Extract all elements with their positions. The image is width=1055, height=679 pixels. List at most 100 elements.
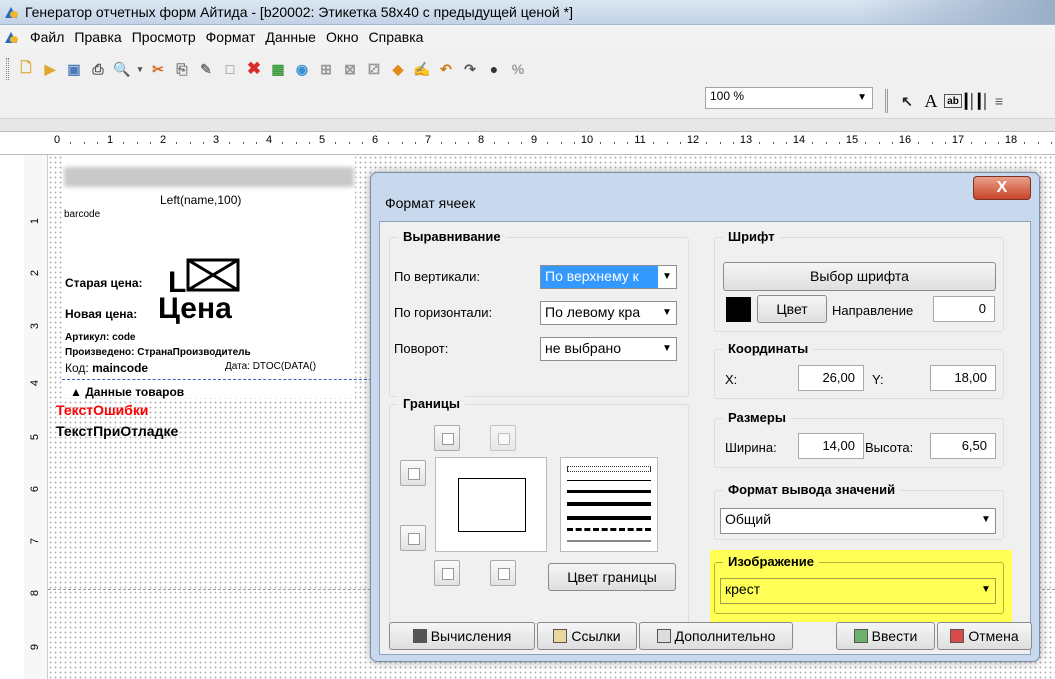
line-style-option[interactable] <box>567 540 651 542</box>
menu-help[interactable]: Справка <box>364 29 429 45</box>
produced-label[interactable]: Произведено: СтранаПроизводитель <box>65 347 251 358</box>
ruler-tick <box>772 142 774 144</box>
old-price-label[interactable]: Старая цена: <box>65 276 143 290</box>
more-button[interactable]: Дополнительно <box>639 622 793 650</box>
group-icon[interactable]: ⚂ <box>363 58 385 80</box>
lines-tool-icon[interactable]: ≡ <box>988 90 1010 112</box>
border-bottom-left-button[interactable] <box>400 525 426 551</box>
line-style-option[interactable] <box>567 490 651 493</box>
text-tool-icon[interactable]: A <box>920 90 942 112</box>
border-color-button[interactable]: Цвет границы <box>548 563 676 591</box>
font-color-swatch[interactable] <box>726 297 751 322</box>
horizontal-ruler: 0 1 2 3 4 5 6 7 8 9 10 11 12 13 14 15 16 17 18 <box>0 119 1055 155</box>
ruler-number: 18 <box>1004 134 1018 146</box>
ruler-tick <box>732 142 734 144</box>
name-field[interactable]: Left(name,100) <box>160 193 241 207</box>
border-preview[interactable] <box>435 457 547 552</box>
code-label[interactable]: Код: maincode <box>65 361 148 375</box>
line-style-option[interactable] <box>567 528 651 531</box>
height-input[interactable]: 6,50 <box>930 433 996 459</box>
y-label: Y: <box>872 372 884 387</box>
ruler-number: 13 <box>739 134 753 146</box>
format-painter-icon[interactable]: ✎ <box>195 58 217 80</box>
diamond-icon[interactable]: ◆ <box>387 58 409 80</box>
menu-file[interactable]: Файл <box>25 29 69 45</box>
font-color-button[interactable]: Цвет <box>757 295 827 323</box>
ruler-tick <box>706 142 708 144</box>
date-field[interactable]: Дата: DTOC(DATA() <box>225 361 316 372</box>
zoom-select[interactable]: 100 % ▼ <box>705 87 873 109</box>
field-tool-icon[interactable]: ab <box>944 94 962 108</box>
border-bottom-button[interactable] <box>434 560 460 586</box>
refresh-icon[interactable]: ◉ <box>291 58 313 80</box>
vertical-label: По вертикали: <box>394 269 480 284</box>
insert-row-icon[interactable]: ⊞ <box>315 58 337 80</box>
table-icon[interactable]: ⊠ <box>339 58 361 80</box>
paste-icon[interactable]: □ <box>219 58 241 80</box>
horizontal-select[interactable]: По левому кра ▼ <box>540 301 677 325</box>
calc-button[interactable]: Вычисления <box>389 622 535 650</box>
y-input[interactable]: 18,00 <box>930 365 996 391</box>
ruler-tick <box>308 142 310 144</box>
window-title: Генератор отчетных форм Айтида - [b20002… <box>25 4 573 20</box>
menu-data[interactable]: Данные <box>260 29 321 45</box>
line-style-option[interactable] <box>567 516 651 520</box>
toolbar-grip[interactable] <box>6 58 9 80</box>
border-middle-h-button[interactable] <box>490 425 516 451</box>
barcode-tool-icon[interactable]: ┃│┃│ <box>962 90 990 112</box>
price-value[interactable]: Цена <box>158 292 232 326</box>
line-style-list[interactable] <box>560 457 658 552</box>
new-doc-icon[interactable]: 🗋 <box>15 58 37 80</box>
undo-icon[interactable]: ↶ <box>435 58 457 80</box>
width-input[interactable]: 14,00 <box>798 433 864 459</box>
direction-input[interactable]: 0 <box>933 296 995 322</box>
open-icon[interactable]: ▶ <box>39 58 61 80</box>
links-button[interactable]: Ссылки <box>537 622 637 650</box>
redo-icon[interactable]: ↷ <box>459 58 481 80</box>
border-middle-v-button[interactable] <box>490 560 516 586</box>
ok-button[interactable]: Ввести <box>836 622 935 650</box>
band-header[interactable]: ▲ Данные товаров <box>70 385 184 399</box>
cancel-button[interactable]: Отмена <box>937 622 1032 650</box>
highlight-icon[interactable]: ✍ <box>411 58 433 80</box>
line-style-option[interactable] <box>567 480 651 481</box>
border-left-button[interactable] <box>400 460 426 486</box>
ruler-number: 4 <box>265 134 273 146</box>
percent-icon[interactable]: % <box>507 58 529 80</box>
stop-icon[interactable]: ● <box>483 58 505 80</box>
menu-format[interactable]: Формат <box>201 29 261 45</box>
excel-icon[interactable]: ▦ <box>267 58 289 80</box>
rotation-select[interactable]: не выбрано ▼ <box>540 337 677 361</box>
line-style-option[interactable] <box>567 466 651 472</box>
article-label[interactable]: Артикул: code <box>65 332 136 343</box>
error-text-field[interactable]: ТекстОшибки <box>56 402 149 418</box>
close-button[interactable]: X <box>973 176 1031 200</box>
ruler-tick <box>96 142 98 144</box>
delete-icon[interactable]: ✖ <box>243 58 265 80</box>
line-style-option[interactable] <box>567 502 651 506</box>
copy-icon[interactable]: ⎘ <box>171 58 193 80</box>
border-top-button[interactable] <box>434 425 460 451</box>
choose-font-button[interactable]: Выбор шрифта <box>723 262 996 291</box>
image-title: Изображение <box>723 554 819 569</box>
print-icon[interactable]: ⎙ <box>87 58 109 80</box>
x-input[interactable]: 26,00 <box>798 365 864 391</box>
menu-window[interactable]: Окно <box>321 29 364 45</box>
cross-image-field[interactable]: L <box>168 258 262 299</box>
preview-dropdown-icon[interactable]: ▾ <box>135 58 145 80</box>
ruler-tick <box>1024 142 1026 144</box>
ruler-tick <box>202 142 204 144</box>
pointer-icon[interactable]: ↖ <box>896 90 918 112</box>
preview-icon[interactable]: 🔍 <box>111 58 133 80</box>
menu-view[interactable]: Просмотр <box>127 29 201 45</box>
app-menu-icon[interactable] <box>4 29 20 45</box>
cut-icon[interactable]: ✂ <box>147 58 169 80</box>
new-price-label[interactable]: Новая цена: <box>65 307 137 321</box>
save-icon[interactable]: ▣ <box>63 58 85 80</box>
image-select[interactable]: крест ▼ <box>720 578 996 604</box>
format-select[interactable]: Общий ▼ <box>720 508 996 534</box>
vertical-select[interactable]: По верхнему к ▼ <box>540 265 677 289</box>
menu-edit[interactable]: Правка <box>69 29 126 45</box>
barcode-field[interactable]: barcode <box>64 209 100 220</box>
debug-text-field[interactable]: ТекстПриОтладке <box>56 423 178 439</box>
